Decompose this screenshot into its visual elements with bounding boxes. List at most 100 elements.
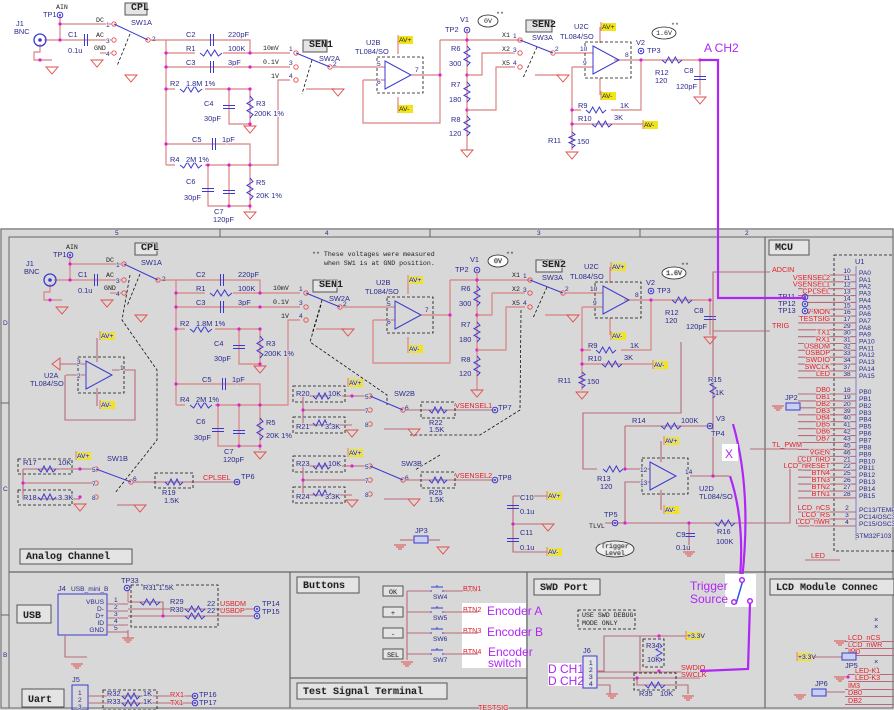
sheet-c9-label: C9 [676, 530, 685, 539]
top-pin8-label: 8 [92, 495, 96, 502]
junction-dot [174, 382, 178, 386]
mcu-pc-2-net-label: LCD_nWR [796, 517, 830, 526]
mcu-pc-2-pin-label: 4 [845, 519, 849, 526]
top-r12-val-label: 120 [665, 316, 677, 325]
top-c3-label: C3 [196, 298, 205, 307]
top-pin1-label: 1 [106, 22, 110, 29]
top-sens-10mv-label: 10mV [263, 45, 279, 52]
sheet-val-3k3-label: 3.3K [325, 492, 340, 501]
top-av-plus-label: AV+ [612, 264, 625, 271]
junction-dot [657, 634, 661, 638]
top-pin4-label: 4 [116, 291, 120, 298]
top-ain-label: AIN [66, 244, 78, 251]
junction-dot [164, 51, 168, 55]
buttons-nets-0-label: BTN1 [463, 584, 481, 593]
top-pin3-label: 3 [523, 287, 527, 294]
top-pin6-label: 6 [377, 79, 381, 86]
top-pin10-label: 10 [580, 46, 588, 53]
mcu-title-label: MCU [775, 243, 793, 254]
uart-tp17-label: TP17 [199, 698, 217, 707]
top-tp1-label: TP1 [53, 250, 67, 259]
top-r7-label: R7 [451, 80, 460, 89]
sheet-r16-val-label: 100K [716, 537, 733, 546]
usb-pin-numbers-1-label: 2 [114, 604, 118, 611]
top-part-label: TL084/SO [560, 32, 594, 41]
top-v1-meas-label: 0V [494, 258, 502, 265]
top-sens-1v-label: 1V [281, 313, 289, 320]
test-point-center [640, 50, 642, 52]
top-av-minus-label: AV- [399, 106, 409, 113]
junction-dot [161, 614, 165, 618]
junction-dot [227, 163, 231, 167]
top-sw1a-label: SW1A [131, 18, 152, 27]
top-pin4-label: 4 [523, 300, 527, 307]
annotations-a-ch2-label: A CH2 [704, 41, 739, 55]
junction-dot [708, 298, 712, 302]
sheet-val-3k3-label: 3.3K [58, 493, 73, 502]
mcu-pb-8-net-label: TL_PWM [772, 440, 802, 449]
trigger-source-contact [738, 576, 746, 584]
sheet-tp6-label: TP6 [241, 472, 255, 481]
usb-pins-2-label: D+ [95, 613, 104, 620]
top-u2b-label: U2B [366, 38, 380, 47]
top-sen2-label: SEN2 [542, 260, 566, 271]
top-ac-label: AC [96, 32, 104, 39]
top-r1-val-label: 100K [228, 44, 245, 53]
top-stars-label: ** [681, 262, 689, 269]
junction-dot [258, 291, 262, 295]
test-point-center [236, 481, 238, 483]
annotations-trigger-source-1-label: Source [690, 592, 728, 606]
sheet-tlvl-label: TLVL [589, 523, 605, 530]
sheet-r24-label: R24 [296, 492, 310, 501]
top-tp3-label: TP3 [647, 46, 661, 55]
lcd-title-label: LCD Module Connec [776, 582, 878, 594]
jumper-icon [413, 535, 429, 544]
top-v2-meas-label: 1.6V [666, 270, 682, 277]
junction-dot [248, 87, 252, 91]
junction-dot [68, 262, 72, 266]
sheet-pin12-label: 12 [640, 467, 648, 474]
top-r6-label: R6 [451, 44, 460, 53]
top-c2-val-label: 220pF [228, 30, 249, 39]
top-pin8-label: 8 [625, 52, 629, 59]
sheet-trigger-level-0-label: Trigger [601, 543, 629, 550]
top-u2b-label: U2B [376, 278, 390, 287]
top-x5-label: X5 [512, 300, 520, 307]
junction-dot [174, 305, 178, 309]
top-pin3-label: 3 [77, 359, 81, 366]
top-r9-val-label: 1K [630, 341, 639, 350]
top-r8-val-label: 120 [459, 369, 471, 378]
top-c4-label: C4 [214, 339, 223, 348]
usb-r31-label: R31 1.5K [143, 583, 174, 592]
sheet-val-3k3-label: 3.3K [325, 422, 340, 431]
swd-supply-label: +3.3V [687, 633, 705, 640]
usb-j4-part-label: USB_mini_B [71, 586, 109, 593]
top-c3-val-label: 3pF [238, 298, 251, 307]
top-c1-val-label: 0.1u [68, 46, 82, 55]
top-c4-val-label: 30pF [204, 114, 221, 123]
top-r9-val-label: 1K [620, 101, 629, 110]
top-pin4-label: 4 [106, 51, 110, 58]
test-point-center [614, 522, 616, 524]
mcu-pb-7-net-label: DB7 [816, 434, 830, 443]
top-cpl-label: CPL [131, 3, 149, 14]
top-c6-label: C6 [186, 177, 195, 186]
test-signal-net-label: TESTSIG [478, 703, 509, 710]
top-u2c-label: U2C [574, 22, 589, 31]
swd-pin-numbers-1-label: 2 [589, 667, 593, 674]
top-r11-label: R11 [548, 136, 561, 145]
top-av-plus-label: AV+ [349, 450, 362, 457]
junction-dot [58, 38, 62, 42]
test-point-center [69, 254, 71, 256]
junction-dot [248, 122, 252, 126]
sheet-r18-label: R18 [23, 493, 37, 502]
sheet-c11-label: C11 [520, 528, 533, 537]
sheet-ruler-0-label: 5 [115, 230, 119, 237]
mcu-pc-0-name-label: PC13/TEMP [859, 507, 894, 514]
junction-dot [570, 122, 574, 126]
top-sw2a-label: SW2A [319, 54, 340, 63]
top-part-label: TL084/SO [30, 379, 64, 388]
top-r4-label: R4 [180, 395, 189, 404]
junction-dot [649, 298, 653, 302]
top-stars-label: ** [506, 251, 514, 258]
